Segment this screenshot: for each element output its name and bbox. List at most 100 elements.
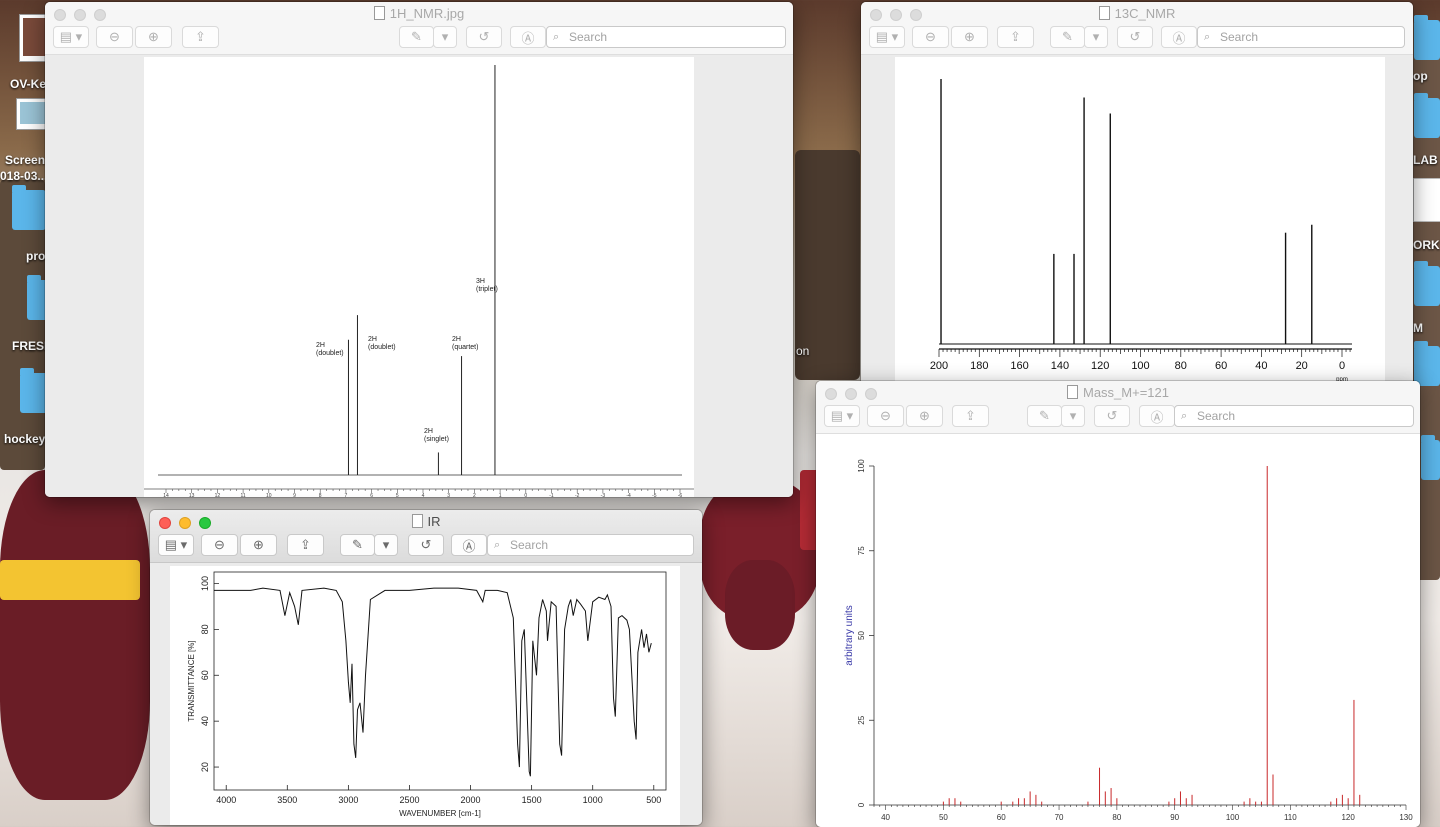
y-tick-label: 100 xyxy=(200,576,210,591)
window-ir[interactable]: IR ▤ ▾ ⊖ ⊕ ⇪ ✎ ▾ ↺ Ⓐ ⌕ Search 20 40 60 80 100… xyxy=(150,510,702,825)
x-tick-label: 3000 xyxy=(338,795,358,805)
x-tick-label: 160 xyxy=(1010,360,1028,372)
x-tick-label: 9 xyxy=(293,493,296,497)
zoom-out-button[interactable]: ⊖ xyxy=(96,26,133,48)
markup-pen-button[interactable]: ✎ xyxy=(1027,405,1062,427)
x-tick-label: 2 xyxy=(473,493,476,497)
folder-icon[interactable] xyxy=(1414,15,1440,60)
share-button[interactable]: ⇪ xyxy=(997,26,1034,48)
folder-icon[interactable] xyxy=(12,185,46,230)
x-tick-label: 4000 xyxy=(216,795,236,805)
rotate-button[interactable]: ↺ xyxy=(1094,405,1130,427)
titlebar[interactable]: 1H_NMR.jpg ▤ ▾ ⊖ ⊕ ⇪ ✎ ▾ ↺ Ⓐ ⌕ Search xyxy=(45,2,793,55)
window-title: Mass_M+=121 xyxy=(816,385,1420,400)
folder-icon[interactable] xyxy=(1414,261,1440,306)
folder-icon[interactable] xyxy=(1414,93,1440,138)
markup-dropdown-button[interactable]: ▾ xyxy=(433,26,457,48)
x-tick-label: 200 xyxy=(930,360,948,372)
sidebar-toggle-button[interactable]: ▤ ▾ xyxy=(824,405,860,427)
titlebar[interactable]: 13C_NMR ▤ ▾ ⊖ ⊕ ⇪ ✎ ▾ ↺ Ⓐ ⌕ Search xyxy=(861,2,1413,55)
x-tick-label: 40 xyxy=(1255,360,1267,372)
share-button[interactable]: ⇪ xyxy=(952,405,989,427)
x-tick-label: -6 xyxy=(678,493,683,497)
search-placeholder: Search xyxy=(1197,409,1236,423)
desktop-label[interactable]: Screen xyxy=(5,153,45,167)
desktop-label[interactable]: M xyxy=(1413,321,1423,335)
desktop-label[interactable]: 018-03... xyxy=(0,169,47,183)
titlebar[interactable]: Mass_M+=121 ▤ ▾ ⊖ ⊕ ⇪ ✎ ▾ ↺ Ⓐ ⌕ Search xyxy=(816,381,1420,434)
x-tick-label: 50 xyxy=(939,813,948,822)
x-tick-label: -2 xyxy=(575,493,580,497)
rotate-button[interactable]: ↺ xyxy=(466,26,502,48)
share-button[interactable]: ⇪ xyxy=(287,534,324,556)
desktop-label[interactable]: ORK xyxy=(1413,238,1440,252)
sidebar-toggle-button[interactable]: ▤ ▾ xyxy=(53,26,89,48)
document-area: 20 40 60 80 100 4000 3500 3000 2500 2000 1500 1000 5… xyxy=(150,563,702,825)
x-tick-label: 3500 xyxy=(277,795,297,805)
markup-pen-button[interactable]: ✎ xyxy=(399,26,434,48)
h1-nmr-chart: 14 13 12 11 10 9 8 7 6 5 4 3 2 1 0 -1 -2 -3 -4 -5 -62H(doubl… xyxy=(144,65,694,497)
window-1h-nmr[interactable]: 1H_NMR.jpg ▤ ▾ ⊖ ⊕ ⇪ ✎ ▾ ↺ Ⓐ ⌕ Search 14 1… xyxy=(45,2,793,497)
y-tick-label: 20 xyxy=(200,762,210,772)
annotate-button[interactable]: Ⓐ xyxy=(1161,26,1197,48)
zoom-out-button[interactable]: ⊖ xyxy=(912,26,949,48)
zoom-in-button[interactable]: ⊕ xyxy=(135,26,172,48)
desktop-icon-document[interactable] xyxy=(1413,178,1440,222)
annotate-button[interactable]: Ⓐ xyxy=(510,26,546,48)
x-tick-label: 2000 xyxy=(461,795,481,805)
document-icon xyxy=(1067,385,1078,399)
folder-icon[interactable] xyxy=(1421,435,1440,480)
zoom-in-button[interactable]: ⊕ xyxy=(951,26,988,48)
y-tick-label: 80 xyxy=(200,624,210,634)
annotate-button[interactable]: Ⓐ xyxy=(451,534,487,556)
x-tick-label: 80 xyxy=(1175,360,1187,372)
sidebar-toggle-button[interactable]: ▤ ▾ xyxy=(158,534,194,556)
rotate-button[interactable]: ↺ xyxy=(1117,26,1153,48)
search-icon: ⌕ xyxy=(1204,31,1211,43)
markup-dropdown-button[interactable]: ▾ xyxy=(374,534,398,556)
markup-pen-button[interactable]: ✎ xyxy=(1050,26,1085,48)
desktop-label[interactable]: op xyxy=(1413,69,1428,83)
window-13c-nmr[interactable]: 13C_NMR ▤ ▾ ⊖ ⊕ ⇪ ✎ ▾ ↺ Ⓐ ⌕ Search 200 180… xyxy=(861,2,1413,387)
x-axis-label: WAVENUMBER [cm-1] xyxy=(399,809,481,818)
search-input[interactable]: ⌕ Search xyxy=(1174,405,1414,427)
share-button[interactable]: ⇪ xyxy=(182,26,219,48)
zoom-in-button[interactable]: ⊕ xyxy=(240,534,277,556)
x-tick-label: 7 xyxy=(345,493,348,497)
search-input[interactable]: ⌕ Search xyxy=(546,26,786,48)
zoom-out-button[interactable]: ⊖ xyxy=(867,405,904,427)
markup-dropdown-button[interactable]: ▾ xyxy=(1061,405,1085,427)
document-icon xyxy=(1098,6,1110,20)
x-tick-label: 100 xyxy=(1226,813,1240,822)
search-icon: ⌕ xyxy=(494,539,501,551)
x-tick-label: 6 xyxy=(370,493,373,497)
search-placeholder: Search xyxy=(1220,30,1259,44)
desktop-label[interactable]: hockey xyxy=(4,432,45,446)
zoom-in-button[interactable]: ⊕ xyxy=(906,405,943,427)
search-input[interactable]: ⌕ Search xyxy=(487,534,694,556)
markup-dropdown-button[interactable]: ▾ xyxy=(1084,26,1108,48)
zoom-out-button[interactable]: ⊖ xyxy=(201,534,238,556)
desktop-label[interactable]: OV-Ke xyxy=(10,77,46,91)
search-icon: ⌕ xyxy=(553,31,560,43)
rotate-button[interactable]: ↺ xyxy=(408,534,444,556)
search-input[interactable]: ⌕ Search xyxy=(1197,26,1405,48)
peak-label-count: 2H xyxy=(368,336,377,343)
desktop-label[interactable]: pro xyxy=(26,249,45,263)
sidebar-toggle-button[interactable]: ▤ ▾ xyxy=(869,26,905,48)
x-tick-label: 90 xyxy=(1170,813,1179,822)
window-mass[interactable]: Mass_M+=121 ▤ ▾ ⊖ ⊕ ⇪ ✎ ▾ ↺ Ⓐ ⌕ Search 0 2… xyxy=(816,381,1420,827)
y-tick-label: 60 xyxy=(200,670,210,680)
spectrum-image: 20 40 60 80 100 4000 3500 3000 2500 2000 1500 1000 5… xyxy=(170,566,680,825)
desktop-label[interactable]: LAB xyxy=(1413,153,1438,167)
titlebar[interactable]: IR ▤ ▾ ⊖ ⊕ ⇪ ✎ ▾ ↺ Ⓐ ⌕ Search xyxy=(150,510,702,563)
x-tick-label: 100 xyxy=(1131,360,1149,372)
x-tick-label: 3 xyxy=(447,493,450,497)
folder-icon[interactable] xyxy=(1414,341,1440,386)
x-tick-label: 130 xyxy=(1399,813,1413,822)
ir-spectrum-line xyxy=(214,587,652,777)
markup-pen-button[interactable]: ✎ xyxy=(340,534,375,556)
x-tick-label: 0 xyxy=(1339,360,1345,372)
annotate-button[interactable]: Ⓐ xyxy=(1139,405,1175,427)
peak-label-multiplicity: (quartet) xyxy=(452,344,478,351)
